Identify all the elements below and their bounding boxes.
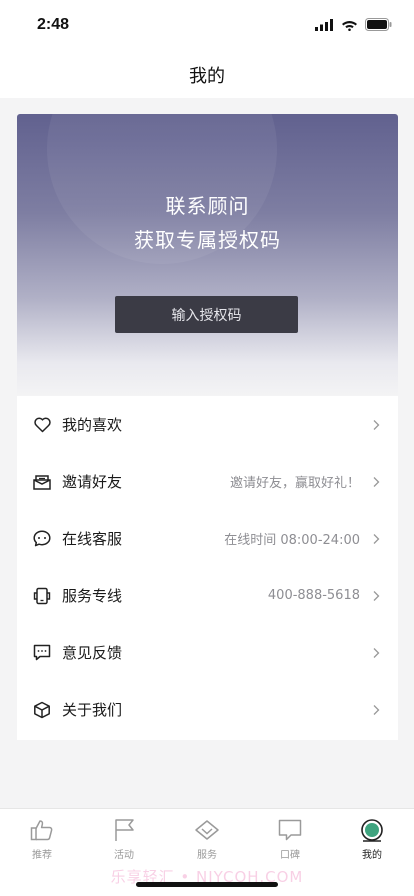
home-indicator: [136, 882, 278, 887]
menu-item-value: 邀请好友，赢取好礼！: [229, 476, 360, 491]
menu-item-value: 在线时间 08:00-24:00: [224, 533, 360, 548]
diamond-icon: [194, 817, 220, 843]
phone-icon: [33, 587, 51, 605]
menu-item-label: 邀请好友: [62, 473, 123, 491]
enter-auth-code-button[interactable]: 输入授权码: [115, 296, 298, 333]
feedback-icon: [33, 644, 51, 662]
menu-item-service-hotline[interactable]: 服务专线 400-888-5618: [17, 567, 398, 624]
nav-bar: 我的: [0, 50, 414, 98]
menu-item-about-us[interactable]: 关于我们: [17, 681, 398, 738]
chat-bubble-icon: [33, 530, 51, 548]
tab-label: 口碑: [280, 850, 300, 861]
signal-icon: [315, 18, 333, 31]
auth-code-card: 联系顾问 获取专属授权码 输入授权码: [17, 114, 398, 397]
tab-recommend[interactable]: 推荐: [12, 817, 72, 861]
status-bar: 2:48: [0, 0, 414, 50]
status-time: 2:48: [37, 16, 70, 33]
wifi-icon: [342, 20, 357, 31]
menu-item-label: 关于我们: [62, 701, 123, 719]
heart-icon: [33, 416, 51, 434]
menu-list: 我的喜欢 邀请好友 邀请好友，赢取好礼！ 在线客服 在线时间 08:00-24:…: [17, 396, 398, 740]
chevron-right-icon: [373, 647, 380, 658]
menu-item-online-service[interactable]: 在线客服 在线时间 08:00-24:00: [17, 510, 398, 567]
gift-box-icon: [33, 473, 51, 491]
tab-activities[interactable]: 活动: [94, 817, 154, 861]
chevron-right-icon: [373, 590, 380, 601]
battery-icon: [365, 18, 392, 31]
flag-icon: [111, 817, 137, 843]
tab-label: 推荐: [32, 850, 52, 861]
menu-item-label: 在线客服: [62, 530, 123, 548]
status-icons: [315, 18, 392, 31]
menu-item-invite-friends[interactable]: 邀请好友 邀请好友，赢取好礼！: [17, 453, 398, 510]
chevron-right-icon: [373, 704, 380, 715]
menu-item-feedback[interactable]: 意见反馈: [17, 624, 398, 681]
tab-label: 服务: [197, 850, 217, 861]
menu-item-value: 400-888-5618: [267, 588, 360, 603]
auth-card-line1: 联系顾问: [165, 194, 250, 218]
thumbs-up-icon: [29, 817, 55, 843]
menu-item-favorites[interactable]: 我的喜欢: [17, 396, 398, 453]
tab-label: 我的: [362, 850, 382, 861]
chevron-right-icon: [373, 533, 380, 544]
chevron-right-icon: [373, 419, 380, 430]
auth-card-line2: 获取专属授权码: [134, 228, 281, 252]
page-title: 我的: [189, 66, 225, 87]
tab-mine[interactable]: 我的: [342, 817, 402, 861]
tab-reviews[interactable]: 口碑: [260, 817, 320, 861]
menu-item-label: 我的喜欢: [62, 416, 123, 434]
tab-services[interactable]: 服务: [177, 817, 237, 861]
comment-icon: [277, 817, 303, 843]
menu-item-label: 服务专线: [62, 587, 123, 605]
chevron-right-icon: [373, 476, 380, 487]
menu-item-label: 意见反馈: [62, 644, 123, 662]
tab-label: 活动: [114, 850, 134, 861]
profile-circle-icon: [359, 817, 385, 843]
cube-icon: [33, 701, 51, 719]
